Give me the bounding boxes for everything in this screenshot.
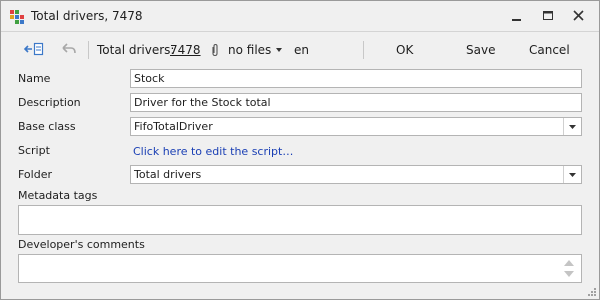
undo-arrow-icon (62, 43, 76, 54)
scroll-down-icon[interactable] (563, 270, 575, 278)
script-label: Script (18, 144, 50, 157)
dialog-window: Total drivers, 7478 Total drivers: 7478 … (0, 0, 600, 300)
undo-button[interactable] (59, 40, 81, 58)
base-class-value: FifoTotalDriver (134, 120, 213, 133)
description-input[interactable]: Driver for the Stock total (130, 93, 582, 112)
comments-textarea[interactable] (18, 254, 582, 283)
entity-id-link[interactable]: 7478 (170, 43, 201, 57)
language-selector[interactable]: en (294, 43, 309, 57)
description-label: Description (18, 96, 81, 109)
folder-dropdown-button[interactable] (563, 166, 581, 183)
entity-type-label: Total drivers: (97, 43, 175, 57)
metadata-tags-input[interactable] (18, 205, 582, 235)
hierarchy-grid-icon (10, 10, 24, 24)
base-class-select[interactable]: FifoTotalDriver (130, 117, 582, 136)
ok-button[interactable]: OK (396, 43, 413, 57)
folder-value: Total drivers (134, 168, 202, 181)
metadata-tags-label: Metadata tags (18, 189, 98, 202)
close-window-button[interactable] (569, 7, 589, 25)
base-class-dropdown-button[interactable] (563, 118, 581, 135)
base-class-label: Base class (18, 120, 76, 133)
files-dropdown[interactable]: no files (228, 43, 271, 57)
toolbar-separator (88, 41, 89, 59)
chevron-down-icon[interactable] (276, 48, 282, 52)
name-label: Name (18, 72, 51, 85)
name-input[interactable]: Stock (130, 69, 582, 88)
minimize-icon (512, 19, 521, 21)
save-button[interactable]: Save (466, 43, 495, 57)
cancel-button[interactable]: Cancel (529, 43, 570, 57)
paperclip-icon[interactable] (211, 43, 219, 57)
window-title: Total drivers, 7478 (31, 9, 143, 23)
folder-label: Folder (18, 168, 52, 181)
chevron-down-icon (569, 173, 576, 177)
chevron-down-icon (569, 125, 576, 129)
resize-grip-icon[interactable] (587, 287, 597, 297)
arrow-to-panel-icon (23, 42, 44, 56)
maximize-button[interactable] (538, 7, 558, 25)
scroll-up-icon[interactable] (563, 259, 575, 267)
back-to-list-button[interactable] (23, 40, 45, 58)
minimize-button[interactable] (507, 7, 527, 25)
toolbar: Total drivers: 7478 no files en OK Save … (1, 32, 599, 66)
edit-script-link[interactable]: Click here to edit the script… (133, 145, 293, 158)
maximize-icon (543, 11, 553, 20)
folder-select[interactable]: Total drivers (130, 165, 582, 184)
title-bar: Total drivers, 7478 (1, 1, 599, 32)
comments-label: Developer's comments (18, 238, 145, 251)
toolbar-separator (363, 41, 364, 59)
close-icon (573, 10, 584, 21)
